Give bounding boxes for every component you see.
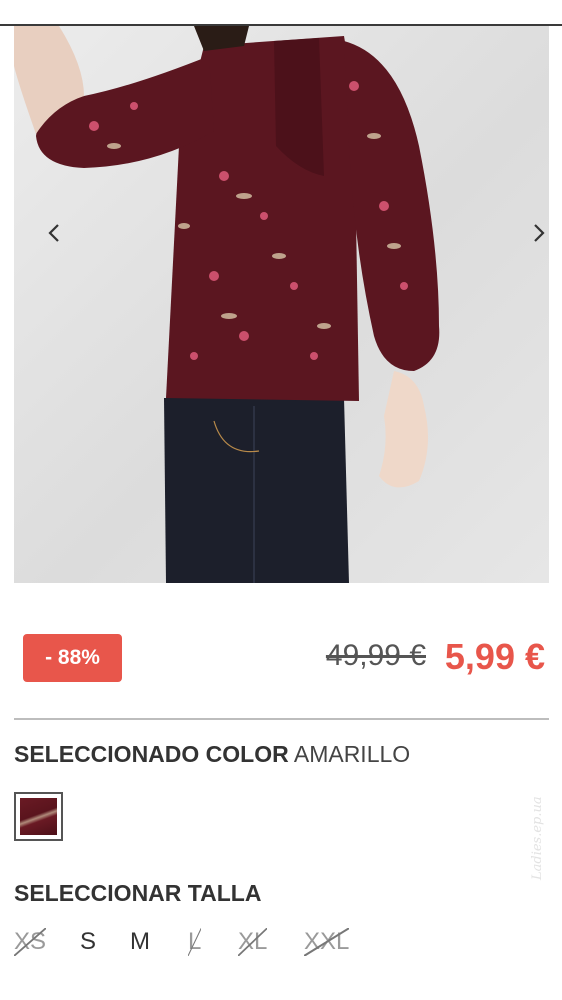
color-heading-label: SELECCIONADO COLOR [14,741,289,767]
strike-icon [304,928,350,956]
gallery-prev-button[interactable] [40,218,70,248]
strike-icon [188,928,202,956]
selected-color-value: AMARILLO [293,741,411,767]
color-swatch[interactable] [14,792,63,841]
size-option-xl[interactable]: XL [238,928,268,956]
product-photo-illustration [14,26,440,583]
strike-icon [14,928,47,956]
product-image[interactable] [14,26,549,583]
chevron-left-icon [48,224,59,242]
color-heading: SELECCIONADO COLOR AMARILLO [14,741,410,768]
top-bar [0,0,562,26]
size-label: S [80,928,97,955]
size-option-m[interactable]: M [130,928,150,956]
size-label: M [130,928,150,955]
old-price: 49,99 € [325,639,426,672]
size-option-l[interactable]: L [188,928,202,956]
divider [14,718,549,720]
gallery-next-button[interactable] [523,218,549,248]
size-heading: SELECCIONAR TALLA [14,880,262,906]
size-option-s[interactable]: S [80,928,96,956]
color-swatch-fill [20,798,57,835]
watermark: Ladies.ep.ua [530,796,545,880]
size-option-xs[interactable]: XS [14,928,47,956]
current-price: 5,99 € [444,636,545,677]
discount-badge: - 88% [23,634,122,682]
size-option-xxl[interactable]: XXL [304,928,350,956]
strike-icon [238,928,268,956]
chevron-right-icon [534,224,545,242]
